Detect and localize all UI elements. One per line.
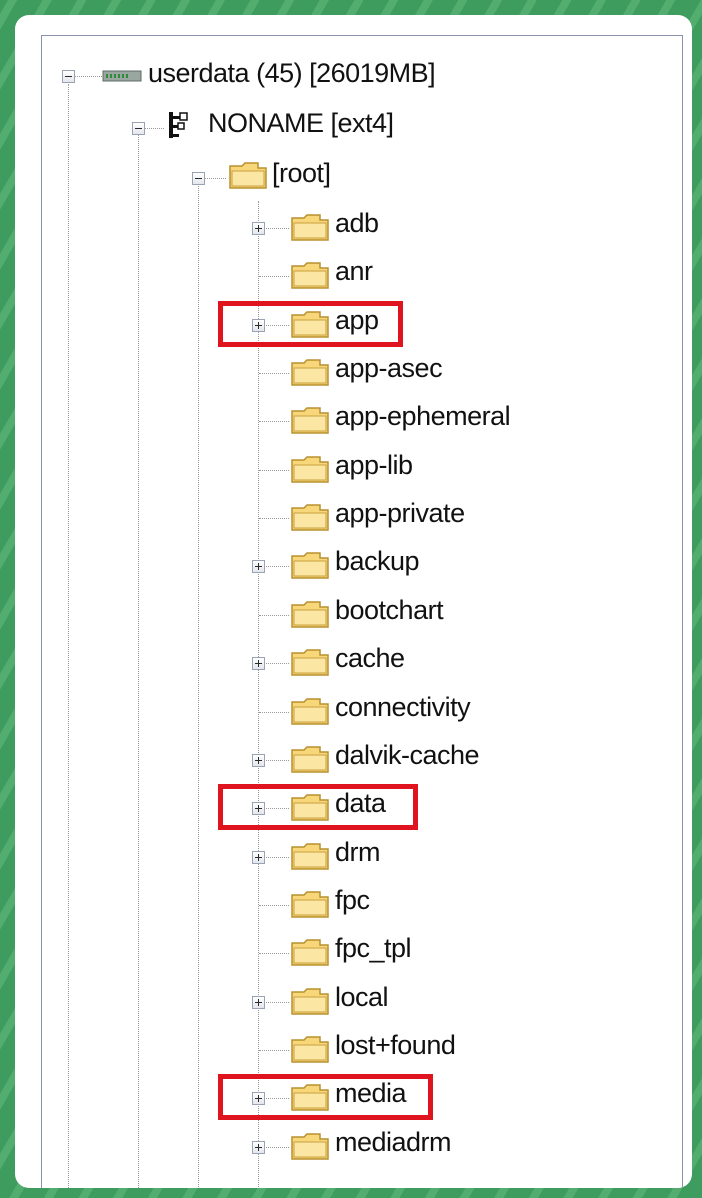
- node-label: drm: [335, 837, 381, 867]
- expand-toggle[interactable]: [252, 1092, 265, 1105]
- tree-node-folder[interactable]: lost+found: [42, 1028, 642, 1068]
- node-label: lost+found: [335, 1030, 456, 1060]
- node-label: userdata (45) [26019MB]: [148, 58, 436, 88]
- screenshot-card: userdata (45) [26019MB] NONAME [ext4] [r…: [15, 15, 692, 1188]
- tree-guide-line: [68, 84, 69, 1188]
- tree-connector: [259, 518, 289, 519]
- folder-icon: [229, 162, 267, 189]
- tree-node-folder[interactable]: bootchart: [42, 593, 642, 633]
- node-label: backup: [335, 546, 420, 576]
- folder-icon: [291, 649, 329, 676]
- tree-connector: [259, 421, 289, 422]
- folder-icon: [291, 311, 329, 338]
- expand-toggle[interactable]: [252, 319, 265, 332]
- tree-node-folder[interactable]: fpc: [42, 883, 642, 923]
- tree-node-folder[interactable]: local: [42, 980, 642, 1020]
- folder-icon: [291, 746, 329, 773]
- node-label: fpc_tpl: [335, 933, 412, 963]
- expand-toggle[interactable]: [252, 1141, 265, 1154]
- tree-connector: [259, 1050, 289, 1051]
- collapse-toggle[interactable]: [132, 122, 145, 135]
- tree-node-folder[interactable]: mediadrm: [42, 1125, 642, 1165]
- node-label: data: [335, 788, 386, 818]
- tree-node-folder[interactable]: drm: [42, 835, 642, 875]
- folder-icon: [291, 456, 329, 483]
- expand-toggle[interactable]: [252, 657, 265, 670]
- node-label: app-ephemeral: [335, 401, 511, 431]
- tree-node-folder[interactable]: app-asec: [42, 351, 642, 391]
- tree-connector: [204, 178, 226, 179]
- tree-node-folder[interactable]: adb: [42, 206, 642, 246]
- folder-icon: [291, 1084, 329, 1111]
- folder-icon: [291, 698, 329, 725]
- tree-node-folder[interactable]: media: [42, 1076, 642, 1116]
- folder-icon: [291, 1036, 329, 1063]
- tree-node-folder[interactable]: app-private: [42, 496, 642, 536]
- expand-toggle[interactable]: [252, 802, 265, 815]
- folder-icon: [291, 988, 329, 1015]
- tree-connector: [74, 76, 104, 77]
- node-label: app-private: [335, 498, 465, 528]
- folder-icon: [291, 504, 329, 531]
- collapse-toggle[interactable]: [62, 70, 75, 83]
- node-label: app: [335, 305, 379, 335]
- tree-node-noname[interactable]: NONAME [ext4]: [42, 104, 642, 144]
- node-label: anr: [335, 256, 373, 286]
- tree-connector: [144, 128, 164, 129]
- node-label: cache: [335, 643, 405, 673]
- expand-toggle[interactable]: [252, 222, 265, 235]
- tree-node-folder[interactable]: connectivity: [42, 690, 642, 730]
- filesystem-icon: [169, 112, 188, 138]
- tree-node-folder[interactable]: cache: [42, 641, 642, 681]
- folder-icon: [291, 552, 329, 579]
- node-label: media: [335, 1078, 407, 1108]
- folder-icon: [291, 843, 329, 870]
- tree-node-folder[interactable]: backup: [42, 544, 642, 584]
- node-label: fpc: [335, 885, 370, 915]
- collapse-toggle[interactable]: [192, 172, 205, 185]
- tree-node-folder[interactable]: anr: [42, 254, 642, 294]
- folder-icon: [291, 214, 329, 241]
- expand-toggle[interactable]: [252, 560, 265, 573]
- node-label: NONAME [ext4]: [208, 108, 394, 138]
- tree-connector: [259, 615, 289, 616]
- folder-icon: [291, 262, 329, 289]
- tree-connector: [259, 905, 289, 906]
- node-label: app-asec: [335, 353, 443, 383]
- node-label: mediadrm: [335, 1127, 452, 1157]
- folder-icon: [291, 891, 329, 918]
- expand-toggle[interactable]: [252, 851, 265, 864]
- node-label: local: [335, 982, 389, 1012]
- node-label: [root]: [272, 158, 331, 188]
- expand-toggle[interactable]: [252, 754, 265, 767]
- tree-connector: [259, 953, 289, 954]
- node-label: connectivity: [335, 692, 471, 722]
- tree-node-userdata[interactable]: userdata (45) [26019MB]: [42, 54, 642, 94]
- tree-connector: [259, 373, 289, 374]
- tree-node-root[interactable]: [root]: [42, 154, 642, 194]
- tree-node-folder[interactable]: data: [42, 786, 642, 826]
- folder-tree-view: userdata (45) [26019MB] NONAME [ext4] [r…: [41, 35, 683, 1188]
- folder-icon: [291, 1133, 329, 1160]
- tree-node-folder[interactable]: fpc_tpl: [42, 931, 642, 971]
- folder-icon: [291, 359, 329, 386]
- node-label: bootchart: [335, 595, 444, 625]
- node-label: adb: [335, 208, 379, 238]
- tree-connector: [259, 276, 289, 277]
- tree-node-folder[interactable]: app-ephemeral: [42, 399, 642, 439]
- tree-node-folder[interactable]: dalvik-cache: [42, 738, 642, 778]
- folder-icon: [291, 939, 329, 966]
- folder-icon: [291, 601, 329, 628]
- tree-node-folder[interactable]: app-lib: [42, 448, 642, 488]
- drive-icon: [102, 70, 142, 82]
- expand-toggle[interactable]: [252, 996, 265, 1009]
- tree-node-folder[interactable]: app: [42, 303, 642, 343]
- folder-icon: [291, 794, 329, 821]
- node-label: dalvik-cache: [335, 740, 480, 770]
- tree-connector: [259, 712, 289, 713]
- folder-icon: [291, 407, 329, 434]
- node-label: app-lib: [335, 450, 413, 480]
- tree-connector: [259, 470, 289, 471]
